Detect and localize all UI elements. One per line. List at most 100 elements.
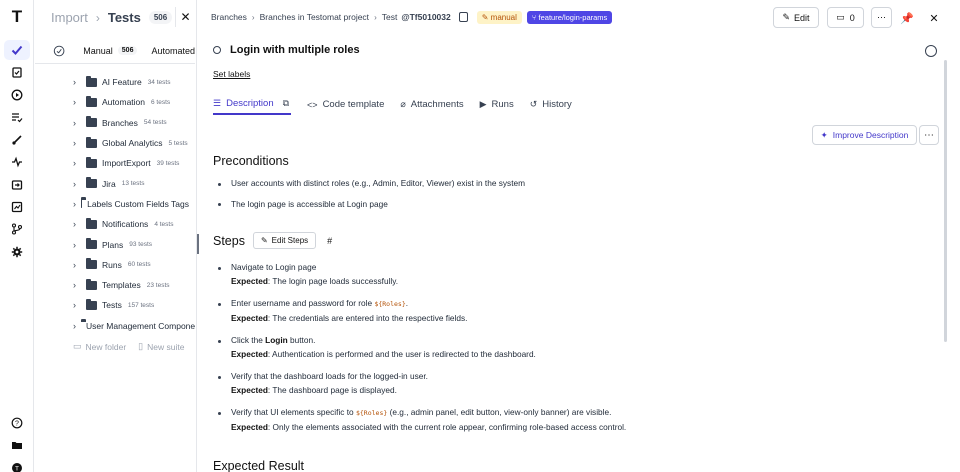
test-title: Login with multiple roles <box>230 44 360 56</box>
tree-item[interactable]: › AI Feature 34 tests <box>35 72 195 92</box>
logo[interactable]: T <box>8 8 26 26</box>
folder-icon <box>86 136 97 148</box>
chevron-right-icon[interactable]: › <box>73 97 81 107</box>
gear-icon[interactable] <box>4 242 30 262</box>
step-text-tail: button. <box>287 335 316 345</box>
chevron-right-icon[interactable]: › <box>73 321 76 331</box>
tree-item[interactable]: › Tests 157 tests <box>35 295 195 315</box>
comments-icon: ▭ <box>836 12 845 22</box>
tree-item-name: Global Analytics <box>102 138 163 149</box>
play-icon: ▶ <box>479 99 487 109</box>
new-suite-icon: ▯ <box>138 341 144 351</box>
chevron-right-icon[interactable]: › <box>73 280 81 290</box>
breadcrumb-import[interactable]: Import <box>51 10 88 25</box>
breadcrumb-test-label: Test <box>381 12 398 22</box>
chevron-right-icon: › <box>95 10 100 25</box>
tree-item-count: 5 tests <box>168 139 188 147</box>
tab-manual[interactable]: Manual 506 <box>83 46 138 56</box>
tab-runs[interactable]: ▶ Runs <box>480 94 514 115</box>
tests-nav-icon[interactable] <box>4 40 30 60</box>
pin-icon[interactable]: 📌 <box>899 10 915 26</box>
expected-label: Expected <box>231 275 268 286</box>
edit-steps-button[interactable]: ✎ Edit Steps <box>252 232 317 249</box>
suite-tree: › AI Feature 34 tests › Automation 6 tests ›… <box>35 72 195 336</box>
tests-panel: Import › Tests 506 ✕ Manual 506 Automated… <box>35 0 195 472</box>
steps-icon[interactable] <box>4 130 30 150</box>
status-icon[interactable] <box>213 46 221 54</box>
close-icon[interactable]: ✕ <box>926 10 942 26</box>
folder-icon[interactable] <box>4 435 30 455</box>
tree-item[interactable]: › Templates 23 tests <box>35 275 195 295</box>
pulse-icon[interactable] <box>4 152 30 172</box>
tab-automated[interactable]: Automated <box>151 46 195 56</box>
chevron-right-icon[interactable]: › <box>73 219 81 229</box>
tree-item[interactable]: › Automation 6 tests <box>35 92 195 112</box>
tree-item[interactable]: › Runs 60 tests <box>35 255 195 275</box>
tree-item[interactable]: › ImportExport 39 tests <box>35 153 195 173</box>
set-labels-link[interactable]: Set labels <box>213 69 250 79</box>
runs-icon[interactable] <box>4 85 30 105</box>
close-panel-button[interactable]: ✕ <box>175 7 195 27</box>
comments-button[interactable]: ▭ 0 <box>827 7 864 28</box>
step-anchor[interactable]: # <box>327 236 332 246</box>
improve-description-button[interactable]: ✦ Improve Description <box>812 125 917 145</box>
tab-attachments[interactable]: ⌀ Attachments <box>400 94 463 115</box>
description-more-button[interactable]: ⋯ <box>919 125 939 145</box>
tab-description[interactable]: ☰ Description ⧉ <box>213 94 292 115</box>
help-icon[interactable]: ? <box>4 413 30 433</box>
tree-item-count: 54 tests <box>143 119 167 127</box>
tree-item[interactable]: › Branches 54 tests <box>35 113 195 133</box>
breadcrumb-project[interactable]: Branches in Testomat project <box>260 12 369 22</box>
test-tabs: ☰ Description ⧉ <> Code template ⌀ Attachmen… <box>213 94 943 116</box>
tab-label: Code template <box>322 99 385 110</box>
scrollbar[interactable] <box>944 60 947 342</box>
list-icon: ☰ <box>213 98 222 108</box>
edit-button[interactable]: ✎ Edit <box>773 7 819 28</box>
plans-icon[interactable] <box>4 107 30 127</box>
filter-icon[interactable] <box>53 44 65 58</box>
import-icon[interactable] <box>4 175 30 195</box>
tab-history[interactable]: ↺ History <box>530 94 572 115</box>
roles-variable: ${Roles} <box>355 409 388 417</box>
chevron-right-icon[interactable]: › <box>73 240 81 250</box>
copy-icon[interactable] <box>458 12 468 22</box>
expected-text: Authentication is performed and the user… <box>272 348 536 359</box>
tree-item[interactable]: › Plans 93 tests <box>35 234 195 254</box>
user-avatar-icon[interactable]: T <box>4 458 30 472</box>
tree-item-count: 157 tests <box>127 301 155 309</box>
tree-item[interactable]: › Global Analytics 5 tests <box>35 133 195 153</box>
clipboard-icon[interactable] <box>4 62 30 82</box>
branches-icon[interactable] <box>4 219 30 239</box>
tests-breadcrumb: Import › Tests 506 <box>51 10 173 25</box>
chevron-right-icon[interactable]: › <box>73 77 81 87</box>
tree-item[interactable]: › Notifications 4 tests <box>35 214 195 234</box>
copy-icon[interactable]: ⧉ <box>283 98 289 109</box>
tab-manual-count: 506 <box>117 46 138 55</box>
more-options-button[interactable]: ⋯ <box>871 7 892 28</box>
chevron-right-icon[interactable]: › <box>73 138 81 148</box>
expected-text: The dashboard page is displayed. <box>272 384 397 395</box>
new-suite-button[interactable]: New suite <box>147 342 184 352</box>
tree-item[interactable]: › Labels Custom Fields Tags <box>35 194 195 214</box>
chevron-right-icon[interactable]: › <box>73 260 81 270</box>
expected-text: Only the elements associated with the cu… <box>272 421 627 432</box>
chevron-right-icon[interactable]: › <box>73 118 81 128</box>
chevron-right-icon[interactable]: › <box>73 179 81 189</box>
breadcrumb-branches[interactable]: Branches <box>211 12 247 22</box>
expected-label: Expected <box>231 421 268 432</box>
branch-tag[interactable]: ⑂ feature/login-params <box>526 10 613 24</box>
folder-icon <box>86 278 97 290</box>
chevron-right-icon[interactable]: › <box>73 199 76 209</box>
assignee-icon[interactable] <box>925 45 937 57</box>
new-folder-button[interactable]: New folder <box>86 342 127 352</box>
tab-code-template[interactable]: <> Code template <box>307 94 384 115</box>
tab-label: Runs <box>491 99 514 110</box>
analytics-icon[interactable] <box>4 197 30 217</box>
steps-drag-handle[interactable] <box>197 234 199 254</box>
chevron-right-icon[interactable]: › <box>73 300 81 310</box>
tree-item[interactable]: › User Management Components <box>35 316 195 336</box>
manual-tag[interactable]: ✎ manual <box>476 10 522 24</box>
chevron-right-icon[interactable]: › <box>73 158 81 168</box>
tree-item[interactable]: › Jira 13 tests <box>35 173 195 193</box>
pencil-icon: ✎ <box>260 236 268 245</box>
